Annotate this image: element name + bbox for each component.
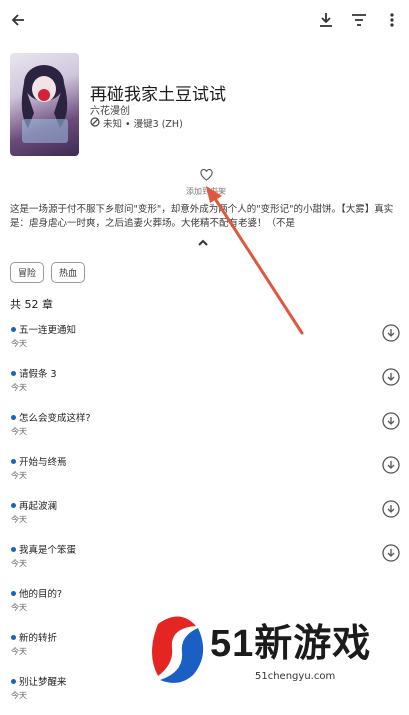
watermark-brand: 51新游戏 <box>210 623 372 665</box>
site-watermark: 51新游戏 51chengyu.com <box>130 590 409 710</box>
watermark-url: 51chengyu.com <box>255 671 336 682</box>
watermark-logo-icon <box>152 616 204 683</box>
